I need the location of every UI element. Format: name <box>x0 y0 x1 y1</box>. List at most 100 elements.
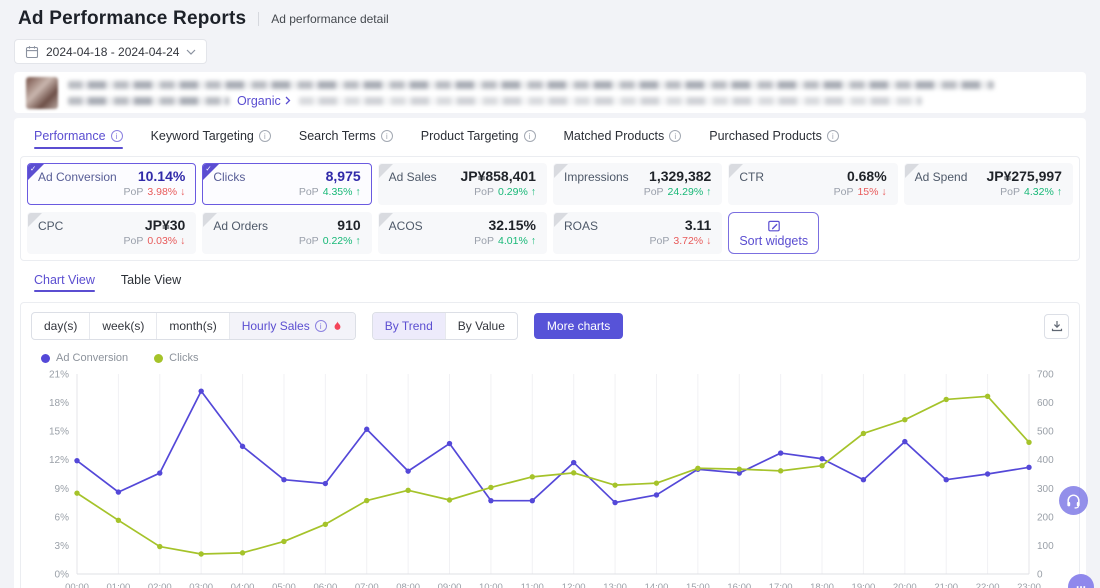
data-point[interactable] <box>1026 465 1031 470</box>
corner-badge <box>379 213 393 227</box>
data-point[interactable] <box>902 439 907 444</box>
data-point[interactable] <box>944 477 949 482</box>
data-point[interactable] <box>985 394 990 399</box>
data-point[interactable] <box>198 551 203 556</box>
more-charts-button[interactable]: More charts <box>534 313 623 339</box>
segment-by-value[interactable]: By Value <box>445 313 517 339</box>
data-point[interactable] <box>240 550 245 555</box>
data-point[interactable] <box>198 388 203 393</box>
data-point[interactable] <box>364 498 369 503</box>
view-tab-table-view[interactable]: Table View <box>121 273 181 292</box>
data-point[interactable] <box>116 518 121 523</box>
data-point[interactable] <box>612 482 617 487</box>
chart-controls: day(s) week(s)month(s)Hourly Sales By Tre… <box>31 312 1069 340</box>
segment-label: day(s) <box>44 319 77 333</box>
data-point[interactable] <box>364 427 369 432</box>
support-headset-button[interactable] <box>1059 486 1088 515</box>
tab-purchased-products[interactable]: Purchased Products <box>709 129 839 147</box>
metric-card-ad-orders[interactable]: Ad Orders910PoP0.22% ↑ <box>202 212 371 254</box>
data-point[interactable] <box>447 441 452 446</box>
pop-value: 15% ↓ <box>857 186 886 198</box>
data-point[interactable] <box>281 539 286 544</box>
metric-card-cpc[interactable]: CPCJP¥30PoP0.03% ↓ <box>27 212 196 254</box>
metric-card-roas[interactable]: ROAS3.11PoP3.72% ↓ <box>553 212 722 254</box>
info-icon <box>381 130 393 142</box>
metric-row: ROAS3.11 <box>564 217 711 233</box>
data-point[interactable] <box>944 397 949 402</box>
metric-card-ad-sales[interactable]: Ad SalesJP¥858,401PoP0.29% ↑ <box>378 163 547 205</box>
legend-item-ad-conversion[interactable]: Ad Conversion <box>41 352 128 364</box>
redacted-text <box>299 97 923 105</box>
data-point[interactable] <box>571 470 576 475</box>
data-point[interactable] <box>1026 440 1031 445</box>
view-tab-chart-view[interactable]: Chart View <box>34 273 95 292</box>
svg-text:00:00: 00:00 <box>65 582 89 588</box>
metric-label: ROAS <box>564 219 598 233</box>
organic-link[interactable]: Organic <box>237 94 291 108</box>
data-point[interactable] <box>323 522 328 527</box>
svg-text:3%: 3% <box>55 541 70 552</box>
segment-month-s-[interactable]: month(s) <box>156 313 228 339</box>
sort-widgets-button[interactable]: Sort widgets <box>728 212 819 254</box>
svg-text:23:00: 23:00 <box>1017 582 1041 588</box>
more-bubble[interactable]: ... <box>1068 574 1094 588</box>
data-point[interactable] <box>737 466 742 471</box>
segment-week-s-[interactable]: week(s) <box>89 313 156 339</box>
svg-text:100: 100 <box>1037 541 1054 552</box>
info-icon <box>524 130 536 142</box>
data-point[interactable] <box>530 474 535 479</box>
data-point[interactable] <box>695 466 700 471</box>
metric-card-ad-conversion[interactable]: ✓Ad Conversion10.14%PoP3.98% ↓ <box>27 163 196 205</box>
data-point[interactable] <box>488 485 493 490</box>
tab-search-terms[interactable]: Search Terms <box>299 129 393 147</box>
data-point[interactable] <box>240 444 245 449</box>
tab-keyword-targeting[interactable]: Keyword Targeting <box>151 129 271 147</box>
data-point[interactable] <box>861 431 866 436</box>
date-range-picker[interactable]: 2024-04-18 - 2024-04-24 <box>14 39 207 64</box>
data-point[interactable] <box>323 481 328 486</box>
segment-hourly-sales[interactable]: Hourly Sales <box>229 313 355 339</box>
metric-card-impressions[interactable]: Impressions1,329,382PoP24.29% ↑ <box>553 163 722 205</box>
legend-label: Ad Conversion <box>56 352 128 364</box>
segment-day-s-[interactable]: day(s) <box>32 313 89 339</box>
data-point[interactable] <box>530 498 535 503</box>
metric-value: 0.68% <box>847 168 887 184</box>
metric-card-ad-spend[interactable]: Ad SpendJP¥275,997PoP4.32% ↑ <box>904 163 1073 205</box>
data-point[interactable] <box>778 468 783 473</box>
data-point[interactable] <box>74 458 79 463</box>
data-point[interactable] <box>654 492 659 497</box>
data-point[interactable] <box>157 470 162 475</box>
data-point[interactable] <box>447 497 452 502</box>
data-point[interactable] <box>571 460 576 465</box>
metric-card-acos[interactable]: ACOS32.15%PoP4.01% ↑ <box>378 212 547 254</box>
metric-card-ctr[interactable]: CTR0.68%PoP15% ↓ <box>728 163 897 205</box>
svg-text:18:00: 18:00 <box>810 582 834 588</box>
data-point[interactable] <box>861 477 866 482</box>
hourly-sales-chart: 0%3%6%9%12%15%18%21%01002003004005006007… <box>31 366 1069 588</box>
legend-item-clicks[interactable]: Clicks <box>154 352 198 364</box>
data-point[interactable] <box>405 468 410 473</box>
data-point[interactable] <box>116 489 121 494</box>
data-point[interactable] <box>985 471 990 476</box>
data-point[interactable] <box>74 490 79 495</box>
svg-text:14:00: 14:00 <box>645 582 669 588</box>
data-point[interactable] <box>612 500 617 505</box>
tab-matched-products[interactable]: Matched Products <box>564 129 682 147</box>
data-point[interactable] <box>778 450 783 455</box>
data-point[interactable] <box>405 488 410 493</box>
svg-text:19:00: 19:00 <box>852 582 876 588</box>
trend-value-switcher: By TrendBy Value <box>372 312 518 340</box>
data-point[interactable] <box>488 498 493 503</box>
tab-performance[interactable]: Performance <box>34 129 123 147</box>
data-point[interactable] <box>819 463 824 468</box>
data-point[interactable] <box>902 417 907 422</box>
tab-product-targeting[interactable]: Product Targeting <box>421 129 536 147</box>
data-point[interactable] <box>281 477 286 482</box>
metric-card-clicks[interactable]: ✓Clicks8,975PoP4.35% ↑ <box>202 163 371 205</box>
svg-text:15:00: 15:00 <box>686 582 710 588</box>
download-button[interactable] <box>1044 314 1069 339</box>
data-point[interactable] <box>654 480 659 485</box>
data-point[interactable] <box>819 456 824 461</box>
segment-by-trend[interactable]: By Trend <box>373 313 445 339</box>
data-point[interactable] <box>157 544 162 549</box>
